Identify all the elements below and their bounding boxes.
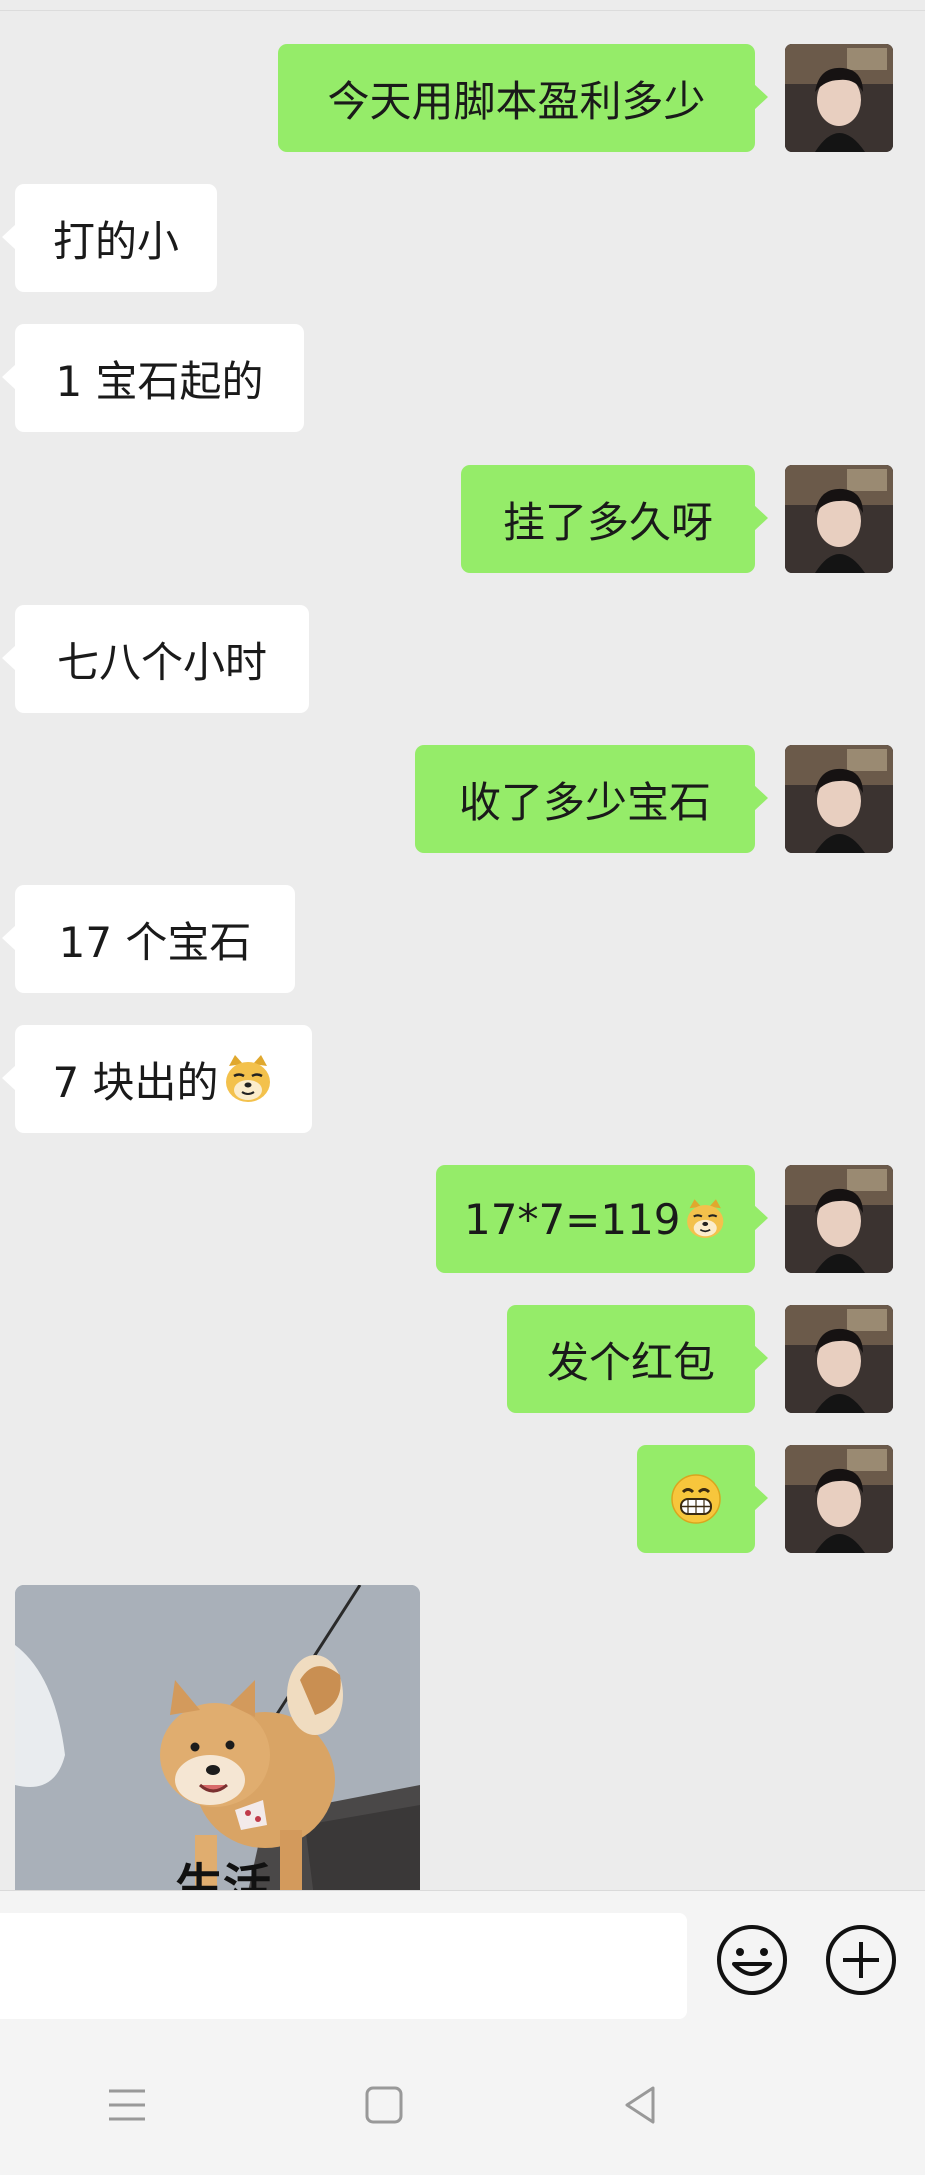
square-home-icon[interactable] [358,2079,410,2131]
chat-message-row: 1 宝石起的 [0,324,925,432]
image-message[interactable]: 生活 [15,1585,420,1890]
grin-emoji-icon [671,1474,721,1524]
svg-text:生活: 生活 [175,1859,271,1890]
message-input[interactable] [0,1913,687,2019]
chat-message-row: 17*7=119 [0,1165,925,1273]
message-text: 发个红包 [546,1337,715,1387]
doge-emoji-icon [225,1055,270,1102]
portrait-photo-icon [785,44,893,152]
message-text: 七八个小时 [56,637,267,687]
portrait-photo-icon [785,465,893,573]
incoming-message-bubble[interactable]: 1 宝石起的 [2,324,304,432]
portrait-photo-icon [785,1165,893,1273]
menu-lines-icon[interactable] [101,2079,153,2131]
message-text: 1 宝石起的 [55,356,264,406]
message-text: 收了多少宝石 [458,777,711,827]
chat-message-row: 发个红包 [0,1305,925,1413]
chat-message-list[interactable]: 今天用脚本盈利多少 打的小 1 宝石起的 挂了多久呀 七八个小时 收了多少宝石 … [0,0,925,1890]
outgoing-message-bubble[interactable] [637,1445,768,1553]
outgoing-message-bubble[interactable]: 17*7=119 [436,1165,768,1273]
message-text: 7 块出的 [52,1057,219,1107]
portrait-photo-icon [785,1445,893,1553]
shiba-inu-dog-photo-icon: 生活 [15,1585,420,1890]
chat-message-row: 七八个小时 [0,605,925,713]
doge-emoji-icon [686,1199,723,1238]
smiley-face-icon[interactable] [716,1924,788,1996]
chat-message-row: 7 块出的 [0,1025,925,1133]
system-navigation-bar [0,2020,925,2175]
outgoing-message-bubble[interactable]: 挂了多久呀 [461,465,768,573]
chat-message-row: 挂了多久呀 [0,465,925,573]
chat-message-row: 今天用脚本盈利多少 [0,44,925,152]
message-text: 今天用脚本盈利多少 [327,76,706,126]
self-avatar[interactable] [785,1305,893,1413]
self-avatar[interactable] [785,1445,893,1553]
outgoing-message-bubble[interactable]: 发个红包 [507,1305,768,1413]
chat-message-row: 打的小 [0,184,925,292]
incoming-message-bubble[interactable]: 七八个小时 [2,605,309,713]
plus-circle-icon[interactable] [825,1924,897,1996]
portrait-photo-icon [785,1305,893,1413]
message-text: 挂了多久呀 [502,497,713,547]
chat-message-row: 17 个宝石 [0,885,925,993]
self-avatar[interactable] [785,745,893,853]
message-composer [0,1890,925,2021]
self-avatar[interactable] [785,465,893,573]
self-avatar[interactable] [785,1165,893,1273]
message-text: 打的小 [52,216,179,266]
self-avatar[interactable] [785,44,893,152]
outgoing-message-bubble[interactable]: 收了多少宝石 [415,745,768,853]
portrait-photo-icon [785,745,893,853]
incoming-message-bubble[interactable]: 7 块出的 [2,1025,312,1133]
incoming-message-bubble[interactable]: 打的小 [2,184,217,292]
message-text: 17*7=119 [464,1194,681,1244]
message-text: 17 个宝石 [58,917,252,967]
chat-message-row [0,1445,925,1553]
chat-message-row: 收了多少宝石 [0,745,925,853]
incoming-message-bubble[interactable]: 17 个宝石 [2,885,295,993]
top-divider [0,10,925,11]
triangle-back-icon[interactable] [615,2079,667,2131]
outgoing-message-bubble[interactable]: 今天用脚本盈利多少 [278,44,768,152]
